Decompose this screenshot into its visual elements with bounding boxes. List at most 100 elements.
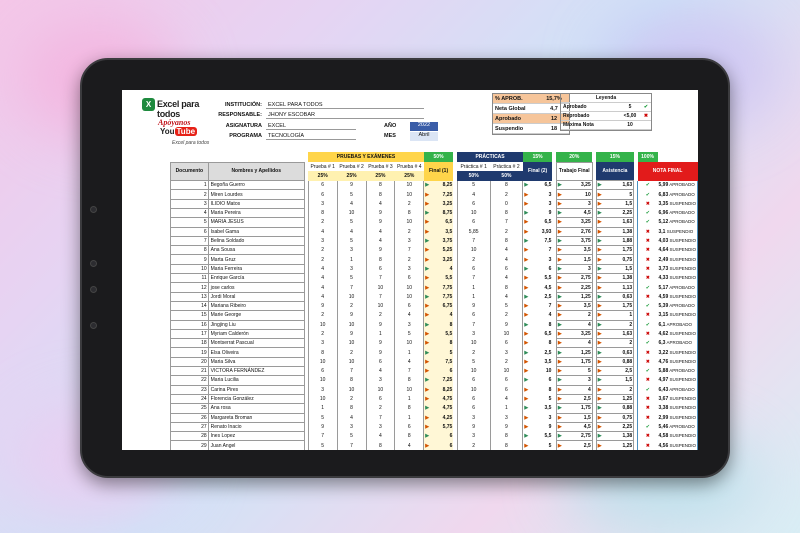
table-cell[interactable]: Begoña Guerro	[207, 180, 305, 191]
table-cell[interactable]: ▶ 10	[555, 189, 593, 200]
table-row[interactable]: 12 jose carlos 4 7 10 10 ▶ 7,75 1 8 ▶ 4,5 ▶ 2,25 ▶ 1,13…	[170, 282, 698, 293]
table-cell[interactable]: 7	[170, 235, 209, 247]
table-cell[interactable]: Isabel Gama	[207, 226, 305, 237]
table-cell[interactable]: ▶ 7,75	[423, 292, 454, 302]
table-cell[interactable]: 10	[336, 208, 366, 218]
table-cell[interactable]: 10	[365, 385, 395, 395]
table-cell[interactable]: 8	[365, 254, 395, 265]
table-cell[interactable]: Maria Ferreira	[207, 263, 305, 275]
table-cell[interactable]: ▶ 2,5	[595, 366, 635, 377]
table-cell[interactable]: ▶ 5,5	[423, 329, 454, 339]
table-cell[interactable]: 18	[170, 338, 209, 349]
table-cell[interactable]: 8	[489, 440, 524, 450]
nota-final-cell[interactable]: 4,97 SUSPENDIO	[657, 375, 698, 386]
table-cell[interactable]: 1	[456, 292, 491, 302]
table-cell[interactable]: 2	[365, 310, 395, 321]
table-cell[interactable]: 7	[456, 273, 491, 283]
table-cell[interactable]: 3	[394, 264, 425, 274]
table-cell[interactable]: Maria Silva	[207, 356, 305, 368]
table-cell[interactable]: 21	[170, 366, 209, 377]
table-cell[interactable]: 4	[336, 413, 366, 423]
table-cell[interactable]: 3	[456, 329, 491, 339]
table-cell[interactable]: 3	[489, 413, 524, 423]
table-cell[interactable]: ▶ 6,75	[423, 301, 454, 311]
table-row[interactable]: 8 Ana Sousa 2 3 9 7 ▶ 5,25 10 4 ▶ 7 ▶ 3,5 ▶ 1,75 ✖ 4,64 S…	[170, 245, 698, 256]
table-cell[interactable]: 10	[307, 357, 338, 367]
table-cell[interactable]: ▶ 4	[555, 384, 593, 395]
table-cell[interactable]: 1	[456, 282, 491, 293]
table-cell[interactable]: 27	[170, 421, 209, 433]
table-cell[interactable]: 5	[307, 413, 338, 423]
table-cell[interactable]: ▶ 8,25	[423, 385, 454, 395]
table-cell[interactable]: 3	[336, 245, 366, 255]
table-cell[interactable]: 3	[394, 320, 425, 330]
institucion-value[interactable]: EXCEL PARA TODOS	[266, 102, 424, 109]
table-cell[interactable]: 9	[336, 329, 366, 339]
table-cell[interactable]: Marie George	[207, 310, 305, 321]
table-cell[interactable]: ▶ 3,25	[555, 180, 593, 191]
nota-final-cell[interactable]: 3,67 SUSPENDIO	[657, 394, 698, 404]
table-row[interactable]: 19 Elsa Oliveira 8 2 9 1 ▶ 5 2 3 ▶ 2,5 ▶ 1,25 ▶ 0,63 ✖ 3,…	[170, 347, 698, 358]
table-cell[interactable]: 2	[336, 347, 366, 358]
table-cell[interactable]: 22	[170, 375, 209, 386]
table-cell[interactable]: 15	[170, 310, 209, 321]
table-row[interactable]: 10 Maria Ferreira 4 3 6 3 ▶ 4 6 6 ▶ 6 ▶ 3 ▶ 1,5 ✖ 3,73 SU…	[170, 263, 698, 275]
nota-final-cell[interactable]: 3,1 SUSPENDIO	[657, 227, 698, 237]
table-cell[interactable]: 4	[365, 199, 395, 209]
table-cell[interactable]: ▶ 2,5	[555, 393, 593, 405]
table-cell[interactable]: 23	[170, 384, 209, 395]
table-cell[interactable]: 10	[394, 292, 425, 302]
table-cell[interactable]: ▶ 6	[523, 376, 553, 385]
table-cell[interactable]: 6	[394, 301, 425, 311]
table-cell[interactable]: 6	[456, 199, 491, 209]
table-cell[interactable]: 8	[489, 431, 524, 441]
table-cell[interactable]: ▶ 5,5	[523, 274, 553, 283]
table-cell[interactable]: ▶ 2,25	[595, 421, 635, 433]
table-cell[interactable]: 10	[394, 385, 425, 395]
table-cell[interactable]: Myriam Calderón	[207, 328, 305, 340]
table-cell[interactable]: ▶ 3,25	[555, 217, 593, 228]
table-cell[interactable]: ▶ 6	[423, 431, 454, 441]
table-cell[interactable]: 8	[394, 431, 425, 441]
table-cell[interactable]: ▶ 6,5	[523, 181, 553, 190]
table-cell[interactable]: 3	[307, 338, 338, 348]
table-cell[interactable]: 7	[365, 273, 395, 283]
table-cell[interactable]: ▶ 7,25	[423, 375, 454, 386]
table-cell[interactable]: ▶ 1,5	[555, 412, 593, 423]
table-cell[interactable]: 6	[456, 394, 491, 404]
table-cell[interactable]: Montserrat Pascual	[207, 338, 305, 349]
table-cell[interactable]: 1	[394, 394, 425, 404]
table-cell[interactable]: ▶ 5,5	[523, 432, 553, 441]
table-cell[interactable]: ▶ 3,75	[555, 235, 593, 247]
table-cell[interactable]: 3	[365, 422, 395, 432]
table-cell[interactable]: 6	[307, 189, 338, 200]
table-cell[interactable]: ▶ 3	[555, 375, 593, 386]
nota-final-cell[interactable]: 6,43 APROBADO	[657, 385, 698, 395]
nota-final-cell[interactable]: 5,39 APROBADO	[657, 301, 698, 311]
table-row[interactable]: 27 Renato Inacio 9 3 3 6 ▶ 5,75 9 9 ▶ 9 ▶ 4,5 ▶ 2,25 ✔ 5,…	[170, 421, 698, 433]
table-cell[interactable]: ▶ 5	[595, 189, 635, 200]
table-cell[interactable]: MARIA JESUS	[207, 217, 305, 228]
table-cell[interactable]: 10	[307, 394, 338, 404]
nota-final-cell[interactable]: 3,35 SUSPENDIO	[657, 199, 698, 209]
table-cell[interactable]: ▶ 4,75	[423, 394, 454, 404]
table-cell[interactable]: ▶ 8	[423, 320, 454, 330]
table-cell[interactable]: ▶ 1,63	[595, 217, 635, 228]
table-cell[interactable]: 2	[394, 199, 425, 209]
table-row[interactable]: 3 ILIDIO Matos 3 4 4 2 ▶ 3,25 6 0 ▶ 3 ▶ 3 ▶ 1,5 ✖ 3,35 SU…	[170, 198, 698, 210]
table-cell[interactable]: 6	[456, 375, 491, 386]
table-cell[interactable]: ▶ 3,5	[555, 245, 593, 256]
table-row[interactable]: 20 Maria Silva 10 10 6 4 ▶ 7,5 5 2 ▶ 3,5 ▶ 1,75 ▶ 0,88 ✖…	[170, 356, 698, 368]
nota-final-cell[interactable]: 3,38 SUSPENDIO	[657, 403, 698, 414]
table-cell[interactable]: 7	[394, 245, 425, 255]
table-cell[interactable]: 8	[365, 189, 395, 200]
table-cell[interactable]: ▶ 1,63	[595, 180, 635, 191]
table-cell[interactable]: 3	[307, 199, 338, 209]
programa-value[interactable]: TECNOLOGÍA	[266, 133, 356, 140]
table-cell[interactable]: 13	[170, 291, 209, 302]
table-cell[interactable]: 6	[489, 385, 524, 395]
table-cell[interactable]: ▶ 1,88	[595, 235, 635, 247]
table-cell[interactable]: 6	[365, 357, 395, 367]
table-cell[interactable]: ▶ 5	[523, 441, 553, 450]
table-cell[interactable]: ▶ 7,5	[523, 236, 553, 245]
